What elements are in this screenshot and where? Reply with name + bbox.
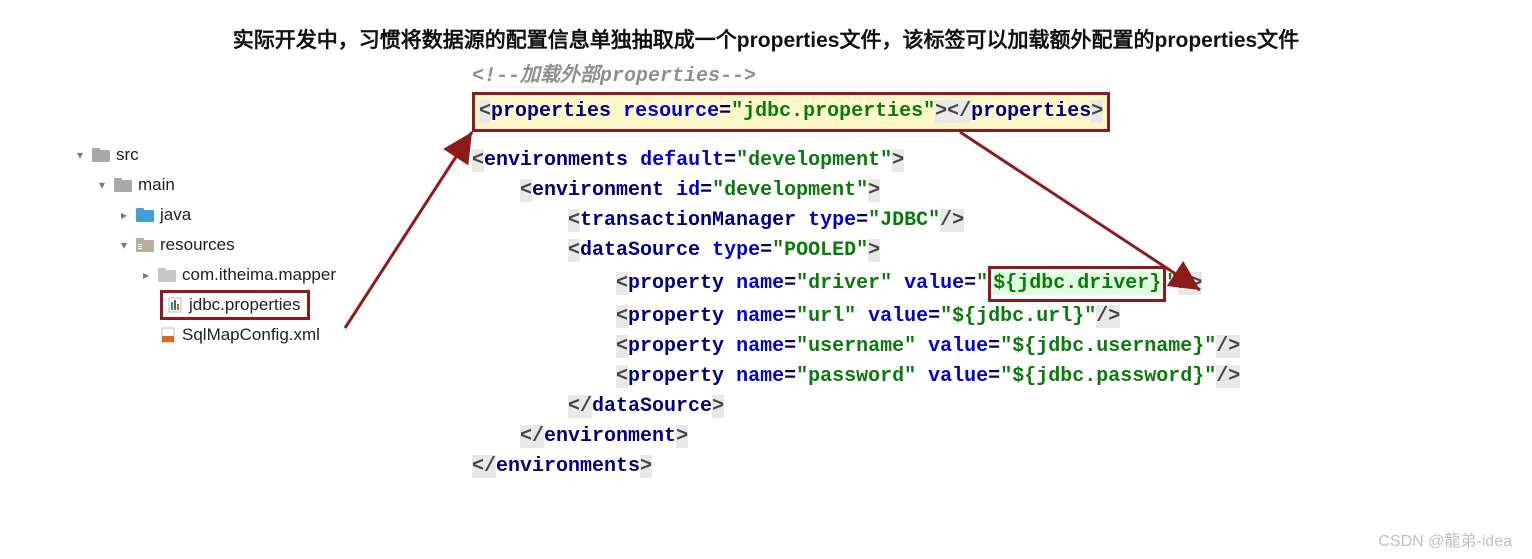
- code-line: <dataSource type="POOLED">: [472, 236, 1240, 266]
- tree-row-src[interactable]: ▾ src: [72, 140, 336, 170]
- code-line: <environments default="development">: [472, 146, 1240, 176]
- code-line-driver: <property name="driver" value="${jdbc.dr…: [472, 266, 1240, 302]
- watermark: CSDN @龍弟-idea: [1378, 527, 1512, 551]
- chevron-down-icon: ▾: [94, 178, 110, 192]
- code-line: <property name="username" value="${jdbc.…: [472, 332, 1240, 362]
- code-line: <property name="password" value="${jdbc.…: [472, 362, 1240, 392]
- tree-label: main: [138, 175, 175, 195]
- code-line: </environment>: [472, 422, 1240, 452]
- chevron-down-icon: ▾: [72, 148, 88, 162]
- folder-icon: [136, 208, 154, 222]
- tree-label: com.itheima.mapper: [182, 265, 336, 285]
- code-line-properties: <properties resource="jdbc.properties"><…: [472, 92, 1240, 132]
- code-line: <property name="url" value="${jdbc.url}"…: [472, 302, 1240, 332]
- xml-file-icon: [160, 327, 176, 343]
- tree-row-jdbc[interactable]: jdbc.properties: [160, 290, 336, 320]
- tree-label: java: [160, 205, 191, 225]
- tree-label: src: [116, 145, 139, 165]
- properties-file-icon: [167, 297, 183, 313]
- code-line: <transactionManager type="JDBC"/>: [472, 206, 1240, 236]
- code-line-comment: <!--加载外部properties-->: [472, 62, 1240, 92]
- tree-row-java[interactable]: ▸ java: [116, 200, 336, 230]
- tree-row-sqlmap[interactable]: SqlMapConfig.xml: [160, 320, 336, 350]
- chevron-right-icon: ▸: [138, 268, 154, 282]
- folder-icon: [158, 268, 176, 282]
- code-block: <!--加载外部properties--> <properties resour…: [472, 62, 1240, 482]
- chevron-down-icon: ▾: [116, 238, 132, 252]
- tree-label: SqlMapConfig.xml: [182, 325, 320, 345]
- code-line: </environments>: [472, 452, 1240, 482]
- file-tree: ▾ src ▾ main ▸ java ▾ resources: [72, 140, 336, 350]
- folder-icon: [114, 178, 132, 192]
- folder-icon: [136, 238, 154, 252]
- chevron-right-icon: ▸: [116, 208, 132, 222]
- code-line: <environment id="development">: [472, 176, 1240, 206]
- tree-row-main[interactable]: ▾ main: [94, 170, 336, 200]
- folder-icon: [92, 148, 110, 162]
- tree-label: resources: [160, 235, 235, 255]
- code-line: </dataSource>: [472, 392, 1240, 422]
- page-title: 实际开发中，习惯将数据源的配置信息单独抽取成一个properties文件，该标签…: [0, 24, 1532, 54]
- tree-row-mapper[interactable]: ▸ com.itheima.mapper: [138, 260, 336, 290]
- tree-label: jdbc.properties: [189, 295, 301, 315]
- tree-row-resources[interactable]: ▾ resources: [116, 230, 336, 260]
